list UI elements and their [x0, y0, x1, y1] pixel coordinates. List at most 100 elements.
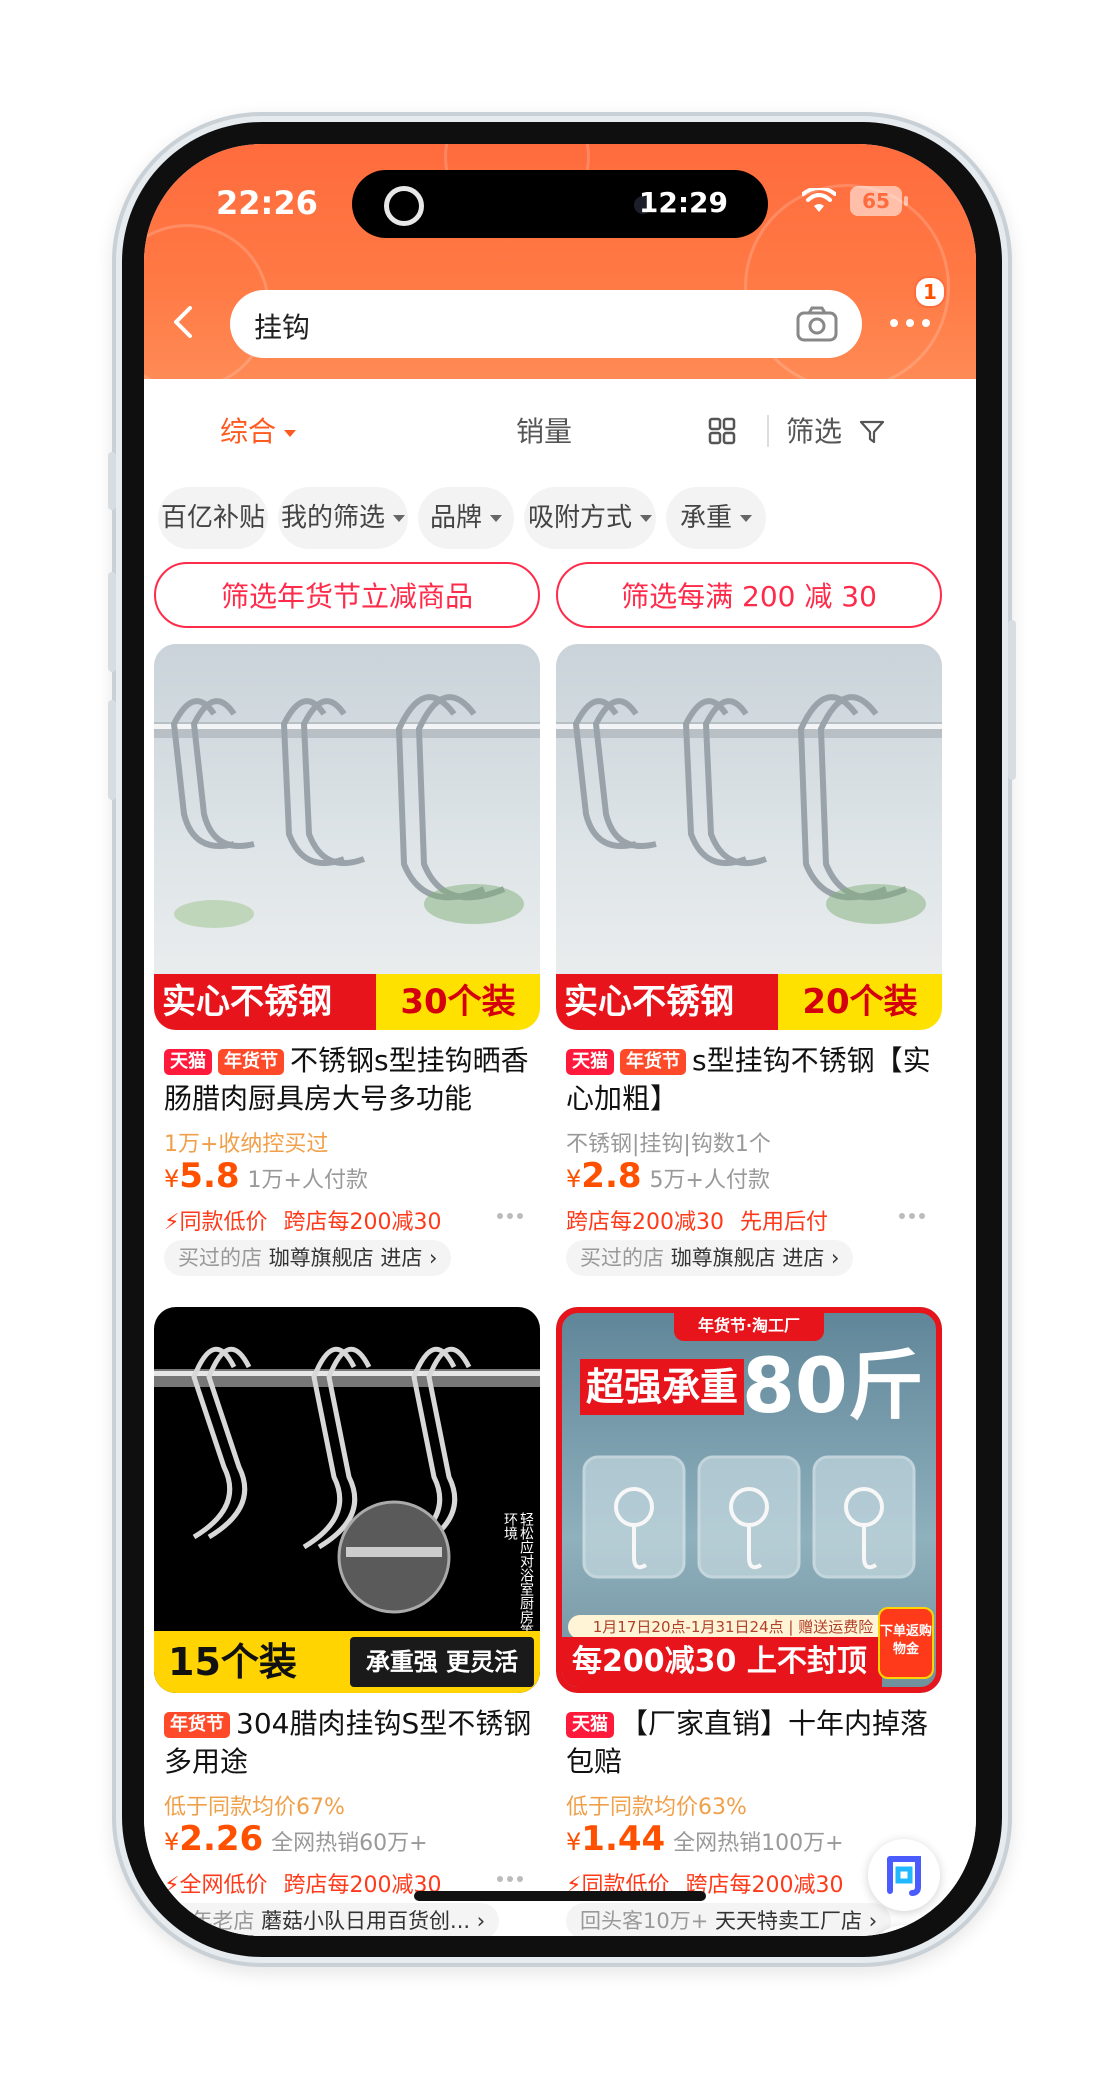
- date-line: 1月17日20点-1月31日24点 | 赠送运费险: [568, 1615, 898, 1639]
- product-title[interactable]: 天猫 【厂家直销】十年内掉落包赔: [566, 1705, 936, 1781]
- activity-ring-icon: [384, 186, 424, 226]
- more-icon[interactable]: [886, 312, 936, 334]
- product-title[interactable]: 天猫 年货节 不锈钢s型挂钩晒香肠腊肉厨具房大号多功能: [164, 1042, 534, 1118]
- shop-name: 蘑菇小队日用百货创...: [261, 1909, 471, 1933]
- product-card[interactable]: 实心不锈钢 20个装 天猫 年货节 s型挂钩不锈钢【实心加粗】 不锈钢|挂钩|钩数1…: [556, 644, 942, 1284]
- chip-my-filter[interactable]: 我的筛选: [278, 487, 408, 549]
- new-year-tag: 年货节: [620, 1049, 686, 1075]
- promo-cross-store: 跨店每200减30: [685, 1873, 844, 1898]
- currency-symbol: ¥: [566, 1165, 582, 1193]
- chip-load[interactable]: 承重: [666, 487, 766, 549]
- camera-icon[interactable]: [796, 304, 838, 344]
- promo-discount-filter[interactable]: 筛选每满 200 减 30: [556, 562, 942, 628]
- chip-suction[interactable]: 吸附方式: [524, 487, 656, 549]
- power-button: [1008, 620, 1016, 780]
- product-card[interactable]: 轻松应对浴室厨房等潮湿的环境 15个装 承重强 更灵活 年货节 304腊肉挂钩S型…: [154, 1307, 540, 1936]
- search-input[interactable]: 挂钩: [230, 290, 862, 358]
- promo-new-year-filter[interactable]: 筛选年货节立减商品: [154, 562, 540, 628]
- banner-feature: 承重强 更灵活: [350, 1637, 534, 1687]
- more-options-icon[interactable]: [496, 1212, 524, 1220]
- caret-down-icon: [740, 515, 752, 522]
- s-hooks-illustration: [556, 694, 942, 924]
- tmall-tag: 天猫: [164, 1049, 212, 1075]
- price-row: ¥1.44 全网热销100万+: [566, 1819, 844, 1863]
- product-price: 5.8: [179, 1156, 240, 1196]
- home-indicator[interactable]: [414, 1891, 706, 1901]
- promo-cross-store: 跨店每200减30: [283, 1210, 442, 1235]
- product-price: 2.26: [179, 1819, 264, 1859]
- shop-link[interactable]: 买过的店 珈尊旗舰店 进店 ›: [566, 1240, 854, 1276]
- product-image[interactable]: 年货节·淘工厂 超强承重 80斤 1月17日20点-1月31日24点 | 赠送运…: [556, 1307, 942, 1693]
- shop-link[interactable]: 回头客10万+ 天天特卖工厂店 ›: [566, 1903, 892, 1936]
- ask-icon: [887, 1856, 921, 1896]
- sort-sales[interactable]: 销量: [516, 410, 572, 450]
- product-title-text: 【厂家直销】十年内掉落包赔: [566, 1707, 929, 1778]
- promo-row: ⚡同款低价 跨店每200减30: [164, 1204, 441, 1236]
- sales-count: 全网热销60万+: [271, 1831, 428, 1856]
- back-arrow-icon[interactable]: [164, 302, 204, 342]
- sales-count: 1万+人付款: [247, 1168, 368, 1193]
- chip-brand[interactable]: 品牌: [418, 487, 514, 549]
- banner-count: 20个装: [778, 974, 942, 1030]
- product-title[interactable]: 年货节 304腊肉挂钩S型不锈钢多用途: [164, 1705, 534, 1781]
- chip-my-filter-label: 我的筛选: [280, 503, 385, 533]
- screen: 22:26 12:29 65 挂钩 1 综合 销量 筛选 百亿补贴 我的筛选 品…: [144, 144, 976, 1936]
- adhesive-hooks-illustration: [582, 1455, 916, 1579]
- banner-count: 30个装: [376, 974, 540, 1030]
- wifi-icon: [802, 188, 836, 212]
- divider: [767, 415, 769, 447]
- new-year-tag: 年货节: [218, 1049, 284, 1075]
- edit-note-icon: [868, 1925, 940, 1936]
- product-image[interactable]: 轻松应对浴室厨房等潮湿的环境 15个装 承重强 更灵活: [154, 1307, 540, 1693]
- lightning-icon: ⚡: [164, 1873, 180, 1898]
- dynamic-island: 12:29: [352, 170, 768, 238]
- enter-shop: 进店: [380, 1246, 423, 1270]
- filter-button[interactable]: 筛选: [786, 410, 885, 450]
- banner-count: 15个装: [168, 1640, 297, 1684]
- shop-link[interactable]: 买过的店 珈尊旗舰店 进店 ›: [164, 1240, 452, 1276]
- product-image[interactable]: 实心不锈钢 30个装: [154, 644, 540, 1030]
- product-card[interactable]: 实心不锈钢 30个装 天猫 年货节 不锈钢s型挂钩晒香肠腊肉厨具房大号多功能 1万+…: [154, 644, 540, 1284]
- more-options-icon[interactable]: [898, 1212, 926, 1220]
- promo-cross-store: 跨店每200减30: [566, 1210, 724, 1235]
- product-subtitle: 低于同款均价63%: [566, 1795, 747, 1820]
- ask-assistant-button[interactable]: [868, 1839, 940, 1911]
- shop-link[interactable]: 9年老店 蘑菇小队日用百货创... ›: [164, 1903, 500, 1936]
- grid-view-icon[interactable]: [708, 417, 736, 445]
- new-year-tag: 年货节: [164, 1712, 230, 1738]
- product-banner: 实心不锈钢 30个装: [154, 974, 540, 1030]
- chip-suction-label: 吸附方式: [527, 503, 632, 533]
- s-hooks-illustration: [154, 694, 540, 928]
- sort-bar: 综合 销量 筛选: [144, 379, 976, 479]
- currency-symbol: ¥: [164, 1828, 180, 1856]
- cashback-badge: 下单返购物金: [878, 1607, 934, 1679]
- product-image[interactable]: 实心不锈钢 20个装: [556, 644, 942, 1030]
- shop-prefix: 买过的店: [178, 1246, 262, 1270]
- chip-subsidy[interactable]: 百亿补贴: [158, 487, 268, 549]
- banner-label: 实心不锈钢: [154, 974, 392, 1030]
- headline-left: 超强承重: [580, 1359, 745, 1415]
- product-price: 1.44: [581, 1819, 666, 1859]
- shop-name: 珈尊旗舰店: [670, 1246, 776, 1270]
- shop-prefix: 回头客10万+: [580, 1909, 709, 1933]
- chevron-right-icon: ›: [422, 1246, 438, 1270]
- enter-shop: 进店: [782, 1246, 825, 1270]
- shop-prefix: 买过的店: [580, 1246, 664, 1270]
- sort-comprehensive[interactable]: 综合: [220, 410, 297, 450]
- promo-lowest-price: 全网低价: [179, 1873, 268, 1898]
- promo-row: ⚡全网低价 跨店每200减30: [164, 1867, 441, 1899]
- promo-row: 跨店每200减30 先用后付: [566, 1204, 828, 1236]
- caret-down-icon: [284, 429, 297, 437]
- island-time: 12:29: [638, 186, 728, 219]
- currency-symbol: ¥: [566, 1828, 582, 1856]
- banner-discount: 每200减30 上不封顶: [562, 1637, 882, 1687]
- volume-down-button: [108, 700, 116, 800]
- product-subtitle: 1万+收纳控买过: [164, 1132, 329, 1157]
- price-row: ¥2.8 5万+人付款: [566, 1156, 770, 1200]
- more-options-icon[interactable]: [496, 1875, 524, 1883]
- product-title[interactable]: 天猫 年货节 s型挂钩不锈钢【实心加粗】: [566, 1042, 936, 1118]
- feedback-button[interactable]: [868, 1925, 940, 1936]
- shop-name: 天天特卖工厂店: [715, 1909, 863, 1933]
- chip-load-label: 承重: [679, 503, 732, 533]
- battery-indicator: 65: [850, 186, 908, 216]
